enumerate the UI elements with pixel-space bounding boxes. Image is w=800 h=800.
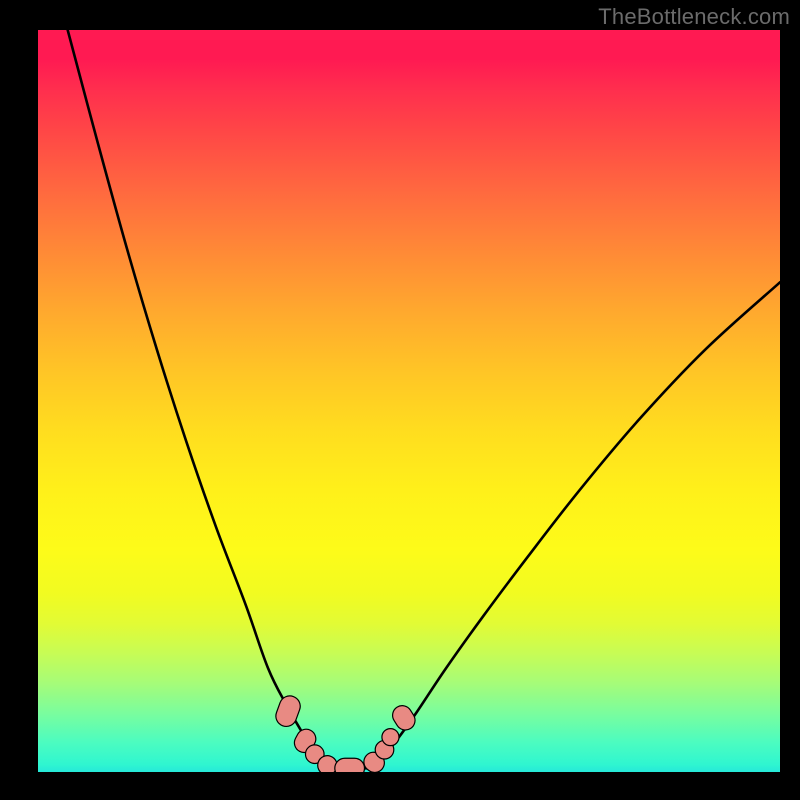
curve-right-curve <box>372 282 780 768</box>
marker-7 <box>382 729 399 746</box>
curve-left-curve <box>68 30 328 768</box>
chart-svg <box>38 30 780 772</box>
marker-4 <box>335 758 365 772</box>
chart-frame: TheBottleneck.com <box>0 0 800 800</box>
plot-area <box>38 30 780 772</box>
watermark-label: TheBottleneck.com <box>598 4 790 30</box>
